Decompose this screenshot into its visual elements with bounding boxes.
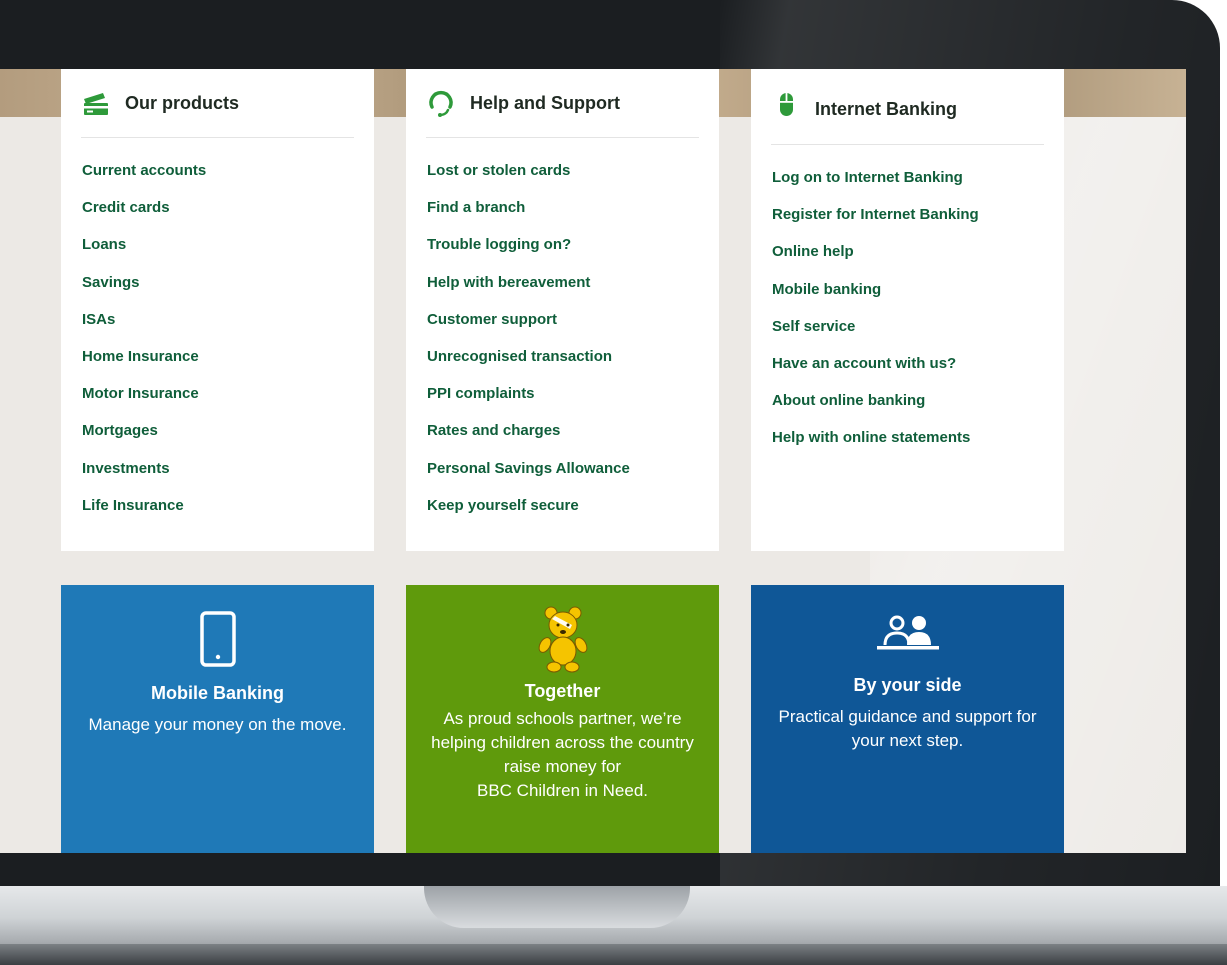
link-online-statements[interactable]: Help with online statements	[772, 428, 979, 465]
link-credit-cards[interactable]: Credit cards	[82, 198, 206, 235]
link-about-online-banking[interactable]: About online banking	[772, 391, 979, 428]
link-personal-savings-allowance[interactable]: Personal Savings Allowance	[427, 459, 630, 496]
link-ppi-complaints[interactable]: PPI complaints	[427, 384, 630, 421]
products-panel-header: Our products	[81, 89, 354, 138]
link-lost-stolen-cards[interactable]: Lost or stolen cards	[427, 161, 630, 198]
by-your-side-title: By your side	[853, 675, 962, 695]
link-have-account[interactable]: Have an account with us?	[772, 354, 979, 391]
support-title: Help and Support	[470, 93, 620, 113]
internet-banking-panel: Internet Banking Log on to Internet Bank…	[751, 69, 1064, 551]
support-link-list: Lost or stolen cards Find a branch Troub…	[427, 161, 630, 533]
link-keep-secure[interactable]: Keep yourself secure	[427, 496, 630, 533]
link-unrecognised-transaction[interactable]: Unrecognised transaction	[427, 347, 630, 384]
together-text-line: BBC Children in Need.	[476, 781, 649, 800]
card-stack-icon	[84, 93, 108, 115]
link-mortgages[interactable]: Mortgages	[82, 421, 206, 458]
support-panel: Help and Support Lost or stolen cards Fi…	[406, 69, 719, 551]
link-current-accounts[interactable]: Current accounts	[82, 161, 206, 198]
together-title: Together	[524, 681, 601, 701]
products-title: Our products	[125, 93, 240, 113]
together-text-line: raise money for	[503, 757, 622, 776]
link-home-insurance[interactable]: Home Insurance	[82, 347, 206, 384]
link-customer-support[interactable]: Customer support	[427, 310, 630, 347]
link-rates-charges[interactable]: Rates and charges	[427, 421, 630, 458]
link-savings[interactable]: Savings	[82, 273, 206, 310]
mouse-icon	[780, 93, 793, 116]
link-motor-insurance[interactable]: Motor Insurance	[82, 384, 206, 421]
pudsey-bear-icon	[538, 606, 587, 673]
link-log-on[interactable]: Log on to Internet Banking	[772, 168, 979, 205]
together-text: As proud schools partner, we’re helping …	[418, 707, 708, 803]
together-text-line: helping children across the country	[431, 733, 694, 752]
link-isas[interactable]: ISAs	[82, 310, 206, 347]
mobile-banking-text: Manage your money on the move.	[88, 715, 347, 734]
laptop-opening-notch	[424, 886, 690, 928]
by-your-side-text: Practical guidance and support for your …	[763, 705, 1053, 753]
by-your-side-text-line: Practical guidance and support for	[778, 707, 1037, 726]
mobile-banking-title: Mobile Banking	[150, 683, 284, 703]
two-people-icon	[876, 615, 939, 650]
internet-banking-link-list: Log on to Internet Banking Register for …	[772, 168, 979, 466]
by-your-side-tile[interactable]: By your side Practical guidance and supp…	[751, 585, 1064, 853]
support-panel-header: Help and Support	[426, 89, 699, 138]
headset-icon	[429, 90, 453, 117]
together-text-line: As proud schools partner, we’re	[443, 709, 682, 728]
link-investments[interactable]: Investments	[82, 459, 206, 496]
link-register[interactable]: Register for Internet Banking	[772, 205, 979, 242]
laptop-base-edge	[0, 944, 1227, 965]
mobile-banking-tile[interactable]: Mobile Banking Manage your money on the …	[61, 585, 374, 853]
link-find-branch[interactable]: Find a branch	[427, 198, 630, 235]
internet-banking-title: Internet Banking	[815, 99, 958, 119]
together-tile[interactable]: Together As proud schools partner, we’re…	[406, 585, 719, 853]
link-life-insurance[interactable]: Life Insurance	[82, 496, 206, 533]
products-panel: Our products Current accounts Credit car…	[61, 69, 374, 551]
link-trouble-logging-on[interactable]: Trouble logging on?	[427, 235, 630, 272]
smartphone-icon	[199, 611, 236, 667]
link-bereavement[interactable]: Help with bereavement	[427, 273, 630, 310]
link-self-service[interactable]: Self service	[772, 317, 979, 354]
link-mobile-banking[interactable]: Mobile banking	[772, 280, 979, 317]
link-loans[interactable]: Loans	[82, 235, 206, 272]
products-link-list: Current accounts Credit cards Loans Savi…	[82, 161, 206, 533]
link-online-help[interactable]: Online help	[772, 242, 979, 279]
screen: Our products Current accounts Credit car…	[0, 69, 1186, 853]
by-your-side-text-line: your next step.	[851, 731, 964, 750]
internet-banking-panel-header: Internet Banking	[771, 89, 1044, 145]
